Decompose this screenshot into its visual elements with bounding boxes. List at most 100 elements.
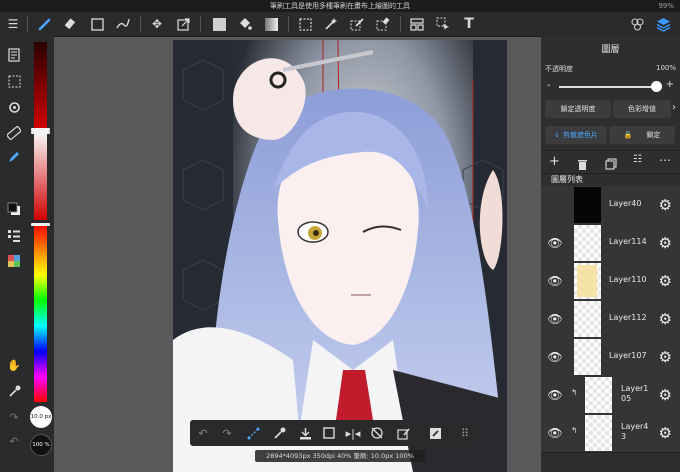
- shape-icon[interactable]: [88, 15, 106, 33]
- brush-opacity-indicator[interactable]: 100 %: [30, 434, 52, 456]
- opacity-slider[interactable]: [559, 86, 657, 88]
- chevron-right-icon[interactable]: ›: [672, 102, 676, 113]
- rotate-icon[interactable]: [4, 98, 24, 116]
- bucket-icon[interactable]: [236, 15, 254, 33]
- window-title: 筆刷工具是使用多種筆刷在畫布上繪圖的工具: [270, 2, 410, 10]
- materials-icon[interactable]: [628, 15, 646, 33]
- eye-icon[interactable]: 👁: [547, 388, 563, 402]
- layer-row[interactable]: 👁 Layer112 ⚙: [541, 300, 680, 339]
- hue-slider[interactable]: [34, 224, 47, 402]
- lock-alpha-button[interactable]: 鎖定透明度: [545, 100, 611, 118]
- layer-name: Layer105: [621, 384, 649, 403]
- status-bar: 筆刷工具是使用多種筆刷在畫布上繪圖的工具 99%: [0, 0, 680, 12]
- layer-thumbnail: [585, 377, 612, 413]
- flip-icon[interactable]: ▸|◂: [344, 424, 362, 442]
- ruler-icon[interactable]: [4, 124, 24, 142]
- brush-size-indicator[interactable]: 10.0 px: [30, 406, 52, 428]
- layer-thumbnail: [585, 415, 612, 451]
- drawing-canvas[interactable]: [173, 40, 507, 472]
- gear-icon[interactable]: ⚙: [659, 386, 672, 404]
- gear-icon[interactable]: ⚙: [659, 272, 672, 290]
- opacity-slider-knob[interactable]: [651, 81, 662, 92]
- color-palette-icon[interactable]: [4, 226, 24, 244]
- transform-icon[interactable]: [174, 15, 192, 33]
- color-swap-icon[interactable]: [4, 200, 24, 218]
- opacity-increase-button[interactable]: +: [666, 79, 674, 90]
- gear-icon[interactable]: ⚙: [659, 234, 672, 252]
- value-slider[interactable]: [34, 42, 47, 128]
- blend-mode-button[interactable]: 色彩增值: [613, 100, 671, 118]
- duplicate-layer-icon[interactable]: [605, 155, 617, 174]
- clipping-mask-button[interactable]: ↓ 剪裁遮色片: [545, 126, 607, 144]
- gear-icon[interactable]: ⚙: [659, 348, 672, 366]
- edit-icon[interactable]: [426, 424, 444, 442]
- frame-icon[interactable]: [408, 15, 426, 33]
- eye-icon[interactable]: 👁: [547, 312, 563, 326]
- select-rect-icon[interactable]: [296, 15, 314, 33]
- fill-color-icon[interactable]: [210, 15, 228, 33]
- layer-thumbnail: [574, 263, 601, 299]
- eyedropper-icon[interactable]: [4, 382, 24, 400]
- clip-icon: ↓: [554, 131, 560, 139]
- select-pen-icon[interactable]: [348, 15, 366, 33]
- opacity-label: 不透明度: [545, 65, 573, 73]
- eye-icon[interactable]: 👁: [547, 426, 563, 440]
- toolbar-divider: [140, 16, 141, 32]
- hue-slider-knob[interactable]: [31, 223, 50, 226]
- save-icon[interactable]: [296, 424, 314, 442]
- gear-icon[interactable]: ⚙: [659, 424, 672, 442]
- layer-row[interactable]: 👁 Layer114 ⚙: [541, 224, 680, 263]
- document-icon[interactable]: [4, 46, 24, 64]
- gear-icon[interactable]: ⚙: [659, 196, 672, 214]
- gradient-icon[interactable]: [262, 15, 280, 33]
- stroke-edit-icon[interactable]: [114, 15, 132, 33]
- brush-icon[interactable]: [36, 15, 54, 33]
- list-options-icon[interactable]: ☷: [633, 154, 642, 165]
- battery-indicator: 99%: [658, 2, 674, 10]
- saturation-slider[interactable]: [34, 132, 47, 220]
- frame-button[interactable]: [320, 424, 338, 442]
- hand-icon[interactable]: ✋: [4, 356, 24, 374]
- redo-button[interactable]: ↷: [218, 424, 236, 442]
- cursor-select-icon[interactable]: [434, 15, 452, 33]
- eye-icon[interactable]: 👁: [547, 236, 563, 250]
- eye-icon[interactable]: 👁: [547, 350, 563, 364]
- lock-layer-button[interactable]: 🔒 鎖定: [609, 126, 675, 144]
- saturation-slider-knob[interactable]: [31, 131, 50, 134]
- more-grid-icon[interactable]: ⠿: [456, 424, 474, 442]
- more-options-icon[interactable]: ⋯: [659, 153, 671, 167]
- layer-row[interactable]: 👁 ↰ Layer105 ⚙: [541, 376, 680, 415]
- layer-list-title: 圖層列表: [551, 175, 583, 184]
- text-tool-icon[interactable]: T: [460, 15, 478, 33]
- layer-row[interactable]: 👁 Layer110 ⚙: [541, 262, 680, 301]
- trash-icon[interactable]: [577, 155, 588, 174]
- gear-icon[interactable]: ⚙: [659, 310, 672, 328]
- redo-icon[interactable]: ↷: [4, 408, 24, 426]
- eye-icon[interactable]: 👁: [547, 274, 563, 288]
- layer-row[interactable]: 👁 Layer107 ⚙: [541, 338, 680, 377]
- menu-icon[interactable]: ☰: [4, 15, 22, 33]
- layer-row[interactable]: Layer40 ⚙: [541, 186, 680, 225]
- eraser-icon[interactable]: [62, 15, 80, 33]
- eyedropper-button[interactable]: [270, 424, 288, 442]
- move-icon[interactable]: ✥: [148, 15, 166, 33]
- magic-wand-icon[interactable]: [322, 15, 340, 33]
- add-layer-button[interactable]: +: [549, 154, 560, 169]
- layers-icon[interactable]: [654, 15, 672, 33]
- pen-icon[interactable]: [4, 148, 24, 166]
- opacity-slider-row: - +: [541, 79, 680, 94]
- layer-row[interactable]: 👁 ↰ Layer43 ⚙: [541, 414, 680, 453]
- select-eraser-icon[interactable]: [374, 15, 392, 33]
- snap-off-icon[interactable]: [368, 424, 386, 442]
- selection-layer-icon[interactable]: [4, 72, 24, 90]
- layer-name: Layer43: [621, 422, 649, 441]
- clipping-mask-label: 剪裁遮色片: [562, 131, 598, 139]
- opacity-decrease-button[interactable]: -: [547, 80, 551, 91]
- opacity-value: 100%: [655, 64, 676, 72]
- undo-button[interactable]: ↶: [194, 424, 212, 442]
- transform-select-icon[interactable]: [244, 424, 262, 442]
- canvas-artwork: [173, 40, 507, 472]
- clear-icon[interactable]: [394, 424, 412, 442]
- undo-icon[interactable]: ↶: [4, 432, 24, 450]
- color-history-icon[interactable]: [4, 252, 24, 270]
